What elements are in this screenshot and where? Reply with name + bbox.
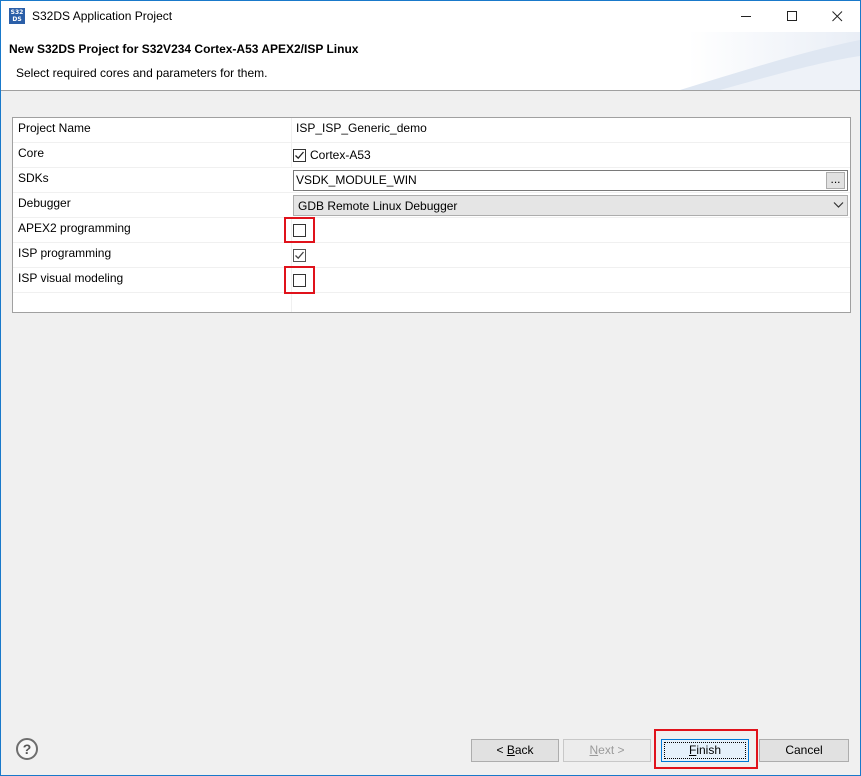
isp-visual-highlight-box (284, 266, 315, 294)
header-decoration (680, 40, 860, 90)
maximize-button[interactable] (769, 1, 815, 32)
window-title: S32DS Application Project (32, 9, 173, 23)
wizard-description: Select required cores and parameters for… (16, 66, 268, 80)
chevron-down-icon (833, 202, 844, 208)
core-checkbox[interactable] (293, 149, 306, 162)
debugger-dropdown[interactable]: GDB Remote Linux Debugger (293, 195, 848, 216)
wizard-header: New S32DS Project for S32V234 Cortex-A53… (1, 32, 860, 91)
debugger-label: Debugger (18, 196, 71, 210)
sdks-browse-button[interactable]: ... (826, 172, 845, 189)
checkmark-icon (295, 151, 304, 160)
next-button-rest: ext > (598, 743, 625, 757)
app-icon-text-bottom: DS (12, 16, 22, 23)
properties-table: Project Name ISP_ISP_Generic_demo Core C… (12, 117, 851, 313)
close-button[interactable] (814, 1, 860, 32)
project-name-value[interactable]: ISP_ISP_Generic_demo (296, 121, 427, 135)
column-divider (291, 293, 292, 312)
app-icon: S32 DS (9, 8, 25, 24)
checkmark-icon (295, 251, 304, 260)
maximize-icon (786, 11, 797, 21)
row-empty (13, 293, 850, 312)
sdks-field[interactable]: VSDK_MODULE_WIN ... (293, 170, 848, 191)
back-button[interactable]: < Back (471, 739, 559, 762)
minimize-icon (740, 16, 751, 17)
column-divider (291, 118, 292, 143)
back-button-mnemonic: B (506, 743, 515, 757)
row-core: Core Cortex-A53 (13, 143, 850, 168)
row-isp: ISP programming (13, 243, 850, 268)
focus-ring (664, 742, 746, 759)
row-apex2: APEX2 programming (13, 218, 850, 243)
row-isp-visual: ISP visual modeling (13, 268, 850, 293)
back-button-rest: ack (514, 743, 534, 757)
next-button[interactable]: Next > (563, 739, 651, 762)
sdks-value: VSDK_MODULE_WIN (296, 173, 417, 187)
sdks-label: SDKs (18, 171, 49, 185)
apex2-highlight-box (284, 217, 315, 243)
core-option-label[interactable]: Cortex-A53 (310, 148, 371, 162)
row-sdks: SDKs VSDK_MODULE_WIN ... (13, 168, 850, 193)
isp-visual-label: ISP visual modeling (18, 271, 124, 285)
back-button-prefix: < (496, 743, 507, 757)
minimize-button[interactable] (723, 1, 769, 32)
core-label: Core (18, 146, 45, 160)
debugger-selected: GDB Remote Linux Debugger (298, 199, 458, 213)
row-project-name: Project Name ISP_ISP_Generic_demo (13, 118, 850, 143)
cancel-button[interactable]: Cancel (759, 739, 849, 762)
help-icon[interactable]: ? (16, 738, 38, 760)
next-button-mnemonic: N (589, 743, 599, 757)
dialog-window: S32 DS S32DS Application Project New S32… (0, 0, 861, 776)
title-bar[interactable]: S32 DS S32DS Application Project (1, 1, 860, 32)
apex2-label: APEX2 programming (18, 221, 131, 235)
project-name-label: Project Name (18, 121, 91, 135)
close-icon (831, 11, 842, 22)
column-divider (291, 143, 292, 168)
finish-button[interactable]: Finish (661, 739, 749, 762)
column-divider (291, 243, 292, 268)
isp-checkbox[interactable] (293, 249, 306, 262)
app-icon-text-top: S32 (10, 9, 24, 16)
row-debugger: Debugger GDB Remote Linux Debugger (13, 193, 850, 218)
isp-label: ISP programming (18, 246, 112, 260)
wizard-title: New S32DS Project for S32V234 Cortex-A53… (9, 42, 359, 56)
